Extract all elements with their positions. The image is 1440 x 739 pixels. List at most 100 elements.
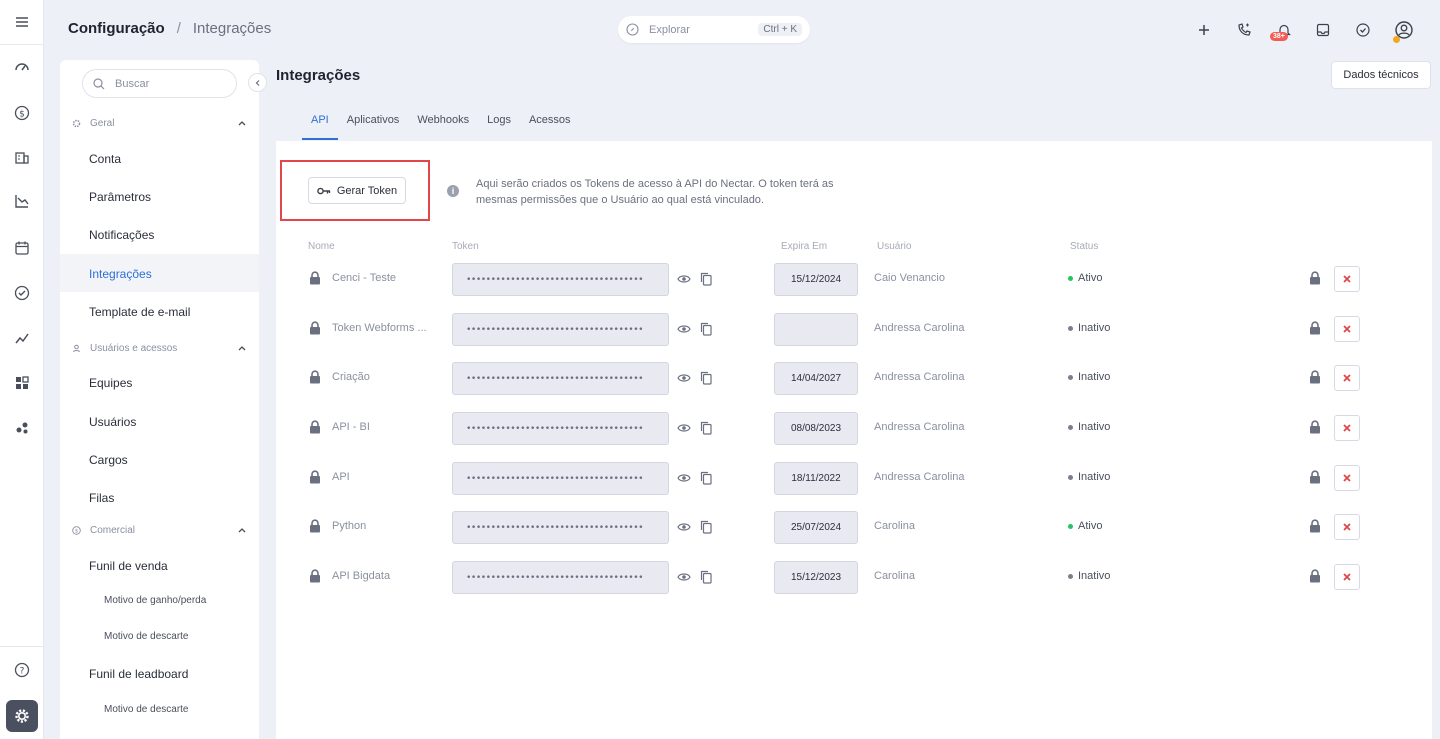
collapse-sidebar-button[interactable]: [248, 73, 267, 92]
explore-placeholder: Explorar: [649, 23, 690, 36]
explore-search[interactable]: Explorar Ctrl + K: [618, 16, 810, 43]
show-token-icon[interactable]: [677, 272, 691, 286]
tab-acessos[interactable]: Acessos: [520, 114, 580, 140]
show-token-icon[interactable]: [677, 520, 691, 534]
help-icon[interactable]: ?: [12, 660, 32, 680]
sidebar-item-conta[interactable]: Conta: [89, 152, 121, 166]
lock-token-icon[interactable]: [1309, 470, 1322, 484]
show-token-icon[interactable]: [677, 322, 691, 336]
sidebar-item-motivo-descarte[interactable]: Motivo de descarte: [104, 631, 189, 642]
expiry-date-field[interactable]: 15/12/2023: [774, 561, 858, 594]
add-icon[interactable]: [1194, 20, 1214, 40]
token-field[interactable]: ••••••••••••••••••••••••••••••••••••: [452, 511, 669, 544]
status-label: Ativo: [1078, 520, 1103, 532]
sidebar-search-input[interactable]: Buscar: [82, 69, 237, 98]
phone-icon[interactable]: [1234, 20, 1254, 40]
status-label: Inativo: [1078, 471, 1111, 483]
expiry-date-field[interactable]: 08/08/2023: [774, 412, 858, 445]
tab-logs[interactable]: Logs: [478, 114, 520, 140]
tech-data-button[interactable]: Dados técnicos: [1331, 61, 1431, 89]
token-user: Andressa Carolina: [874, 322, 965, 334]
dollar-icon[interactable]: $: [12, 103, 32, 123]
expiry-date-field[interactable]: 15/12/2024: [774, 263, 858, 296]
sidebar-item-filas[interactable]: Filas: [89, 491, 114, 505]
lock-token-icon[interactable]: [1309, 519, 1322, 533]
chart-icon[interactable]: [12, 191, 32, 211]
delete-token-button[interactable]: [1334, 365, 1360, 391]
token-field[interactable]: ••••••••••••••••••••••••••••••••••••: [452, 561, 669, 594]
delete-token-button[interactable]: [1334, 266, 1360, 292]
lock-token-icon[interactable]: [1309, 370, 1322, 384]
copy-token-icon[interactable]: [699, 322, 713, 336]
breadcrumb-root[interactable]: Configuração: [68, 20, 165, 37]
compass-icon: [626, 23, 639, 36]
token-field[interactable]: ••••••••••••••••••••••••••••••••••••: [452, 412, 669, 445]
show-token-icon[interactable]: [677, 421, 691, 435]
sidebar-item-notificacoes[interactable]: Notificações: [89, 228, 154, 242]
check-circle-icon[interactable]: [12, 283, 32, 303]
sidebar-item-equipes[interactable]: Equipes: [89, 376, 132, 390]
sidebar-item-integracoes[interactable]: Integrações: [89, 267, 152, 281]
breadcrumb-current: Integrações: [192, 20, 272, 37]
section-geral[interactable]: Geral: [72, 118, 247, 129]
copy-token-icon[interactable]: [699, 371, 713, 385]
sidebar-item-usuarios[interactable]: Usuários: [89, 415, 136, 429]
token-name: Token Webforms ...: [332, 322, 427, 334]
expiry-date-field[interactable]: 18/11/2022: [774, 462, 858, 495]
sidebar-item-template-email[interactable]: Template de e-mail: [89, 305, 190, 319]
token-field[interactable]: ••••••••••••••••••••••••••••••••••••: [452, 313, 669, 346]
status-label: Ativo: [1078, 272, 1103, 284]
copy-token-icon[interactable]: [699, 570, 713, 584]
sidebar-item-funil-venda[interactable]: Funil de venda: [89, 559, 168, 573]
expiry-date-field[interactable]: 14/04/2027: [774, 362, 858, 395]
tab-api[interactable]: API: [302, 114, 338, 140]
trend-icon[interactable]: [12, 328, 32, 348]
dashboard-icon[interactable]: [12, 57, 32, 77]
row-lock-icon: [309, 370, 321, 384]
expiry-date-field[interactable]: [774, 313, 858, 346]
status-dot: [1068, 424, 1073, 430]
show-token-icon[interactable]: [677, 570, 691, 584]
copy-token-icon[interactable]: [699, 471, 713, 485]
settings-button[interactable]: [6, 700, 38, 732]
expiry-date-field[interactable]: 25/07/2024: [774, 511, 858, 544]
sidebar-item-cargos[interactable]: Cargos: [89, 453, 128, 467]
info-text: Aqui serão criados os Tokens de acesso à…: [476, 178, 834, 206]
tab-webhooks[interactable]: Webhooks: [408, 114, 478, 140]
show-token-icon[interactable]: [677, 471, 691, 485]
sidebar-item-parametros[interactable]: Parâmetros: [89, 190, 151, 204]
widgets-icon[interactable]: [12, 373, 32, 393]
delete-token-button[interactable]: [1334, 415, 1360, 441]
tab-aplicativos[interactable]: Aplicativos: [338, 114, 409, 140]
delete-token-button[interactable]: [1334, 514, 1360, 540]
task-check-icon[interactable]: [1353, 20, 1373, 40]
token-field[interactable]: ••••••••••••••••••••••••••••••••••••: [452, 263, 669, 296]
status-label: Inativo: [1078, 322, 1111, 334]
token-field[interactable]: ••••••••••••••••••••••••••••••••••••: [452, 462, 669, 495]
status-dot: [1068, 573, 1073, 579]
delete-token-button[interactable]: [1334, 465, 1360, 491]
sidebar-item-motivo-ganho-perda[interactable]: Motivo de ganho/perda: [104, 595, 206, 606]
copy-token-icon[interactable]: [699, 520, 713, 534]
token-field[interactable]: ••••••••••••••••••••••••••••••••••••: [452, 362, 669, 395]
section-comercial[interactable]: $ Comercial: [72, 525, 247, 536]
copy-token-icon[interactable]: [699, 421, 713, 435]
apps-icon[interactable]: [12, 418, 32, 438]
delete-token-button[interactable]: [1334, 316, 1360, 342]
building-icon[interactable]: [12, 147, 32, 167]
sidebar-item-funil-leadboard[interactable]: Funil de leadboard: [89, 667, 188, 681]
breadcrumb: Configuração / Integrações: [68, 20, 271, 37]
section-usuarios-acessos[interactable]: Usuários e acessos: [72, 343, 247, 354]
copy-token-icon[interactable]: [699, 272, 713, 286]
lock-token-icon[interactable]: [1309, 321, 1322, 335]
menu-icon[interactable]: [12, 12, 32, 32]
inbox-icon[interactable]: [1313, 20, 1333, 40]
delete-token-button[interactable]: [1334, 564, 1360, 590]
show-token-icon[interactable]: [677, 371, 691, 385]
lock-token-icon[interactable]: [1309, 271, 1322, 285]
sidebar-item-motivo-descarte-leadboard[interactable]: Motivo de descarte: [104, 704, 189, 715]
lock-token-icon[interactable]: [1309, 569, 1322, 583]
lock-token-icon[interactable]: [1309, 420, 1322, 434]
calendar-icon[interactable]: [12, 238, 32, 258]
generate-token-button[interactable]: Gerar Token: [308, 177, 406, 204]
